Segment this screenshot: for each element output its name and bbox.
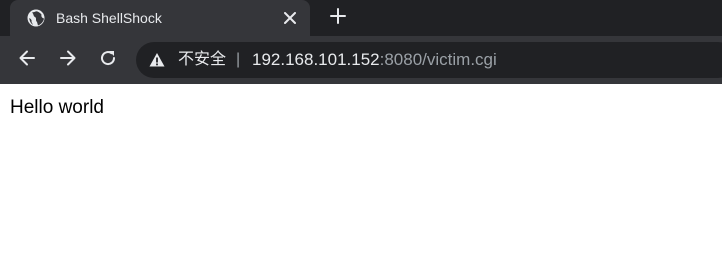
forward-arrow-icon <box>58 48 78 73</box>
close-icon[interactable] <box>280 8 300 28</box>
new-tab-button[interactable] <box>326 6 350 30</box>
tab-strip: Bash ShellShock <box>0 0 722 36</box>
url-path: :8080/victim.cgi <box>379 50 497 69</box>
back-arrow-icon <box>17 48 37 73</box>
globe-icon <box>26 8 46 28</box>
forward-button[interactable] <box>56 48 80 72</box>
security-label[interactable]: 不安全 <box>178 50 226 70</box>
page-body-text: Hello world <box>10 97 104 118</box>
url-host: 192.168.101.152 <box>252 50 380 69</box>
reload-button[interactable] <box>96 48 120 72</box>
plus-icon <box>330 7 346 29</box>
reload-icon <box>98 48 118 73</box>
tab-bash-shellshock[interactable]: Bash ShellShock <box>10 0 310 36</box>
security-separator: | <box>236 51 241 68</box>
url-text[interactable]: 192.168.101.152:8080/victim.cgi <box>252 49 497 71</box>
back-button[interactable] <box>15 48 39 72</box>
warning-icon[interactable] <box>148 51 166 69</box>
tab-title: Bash ShellShock <box>56 10 162 26</box>
